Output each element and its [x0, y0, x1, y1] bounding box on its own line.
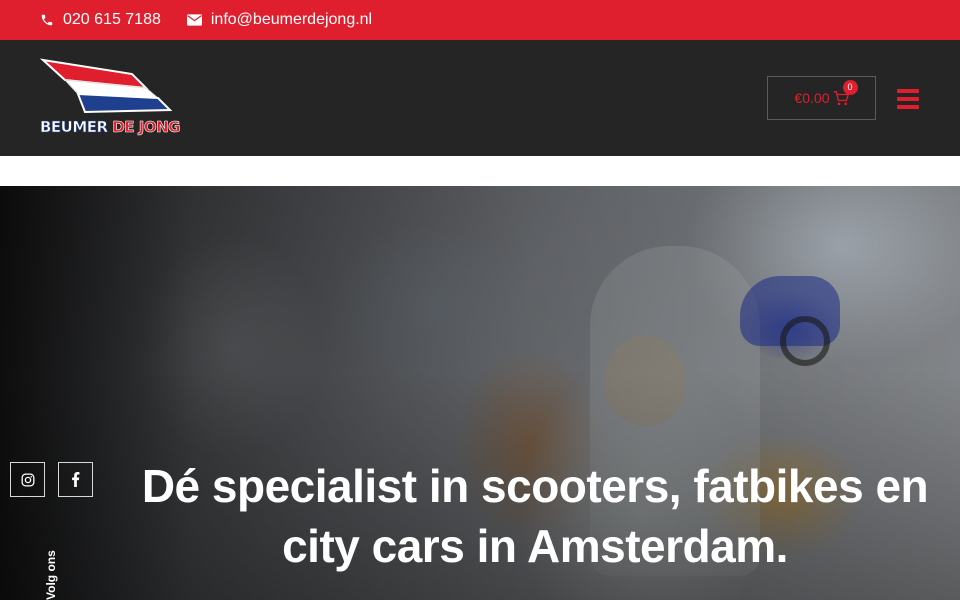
facebook-icon — [72, 472, 80, 487]
menu-bar — [897, 105, 919, 109]
hero-headline: Dé specialist in scooters, fatbikes en c… — [110, 456, 960, 576]
follow-us-label: Volg ons — [44, 550, 58, 600]
phone-icon — [41, 14, 53, 26]
envelope-icon — [186, 14, 202, 26]
contact-bar: 020 615 7188 info@beumerdejong.nl — [0, 0, 960, 40]
email-link[interactable]: info@beumerdejong.nl — [186, 11, 373, 29]
cart-button[interactable]: €0.00 0 — [767, 76, 876, 120]
site-header: BEUMER DE JONG €0.00 0 — [0, 40, 960, 156]
logo-word-dejong: DE JONG — [112, 118, 181, 137]
menu-bar — [897, 89, 919, 93]
dutch-flag-logo-icon — [39, 58, 173, 114]
email-address: info@beumerdejong.nl — [210, 11, 373, 28]
hamburger-menu-icon[interactable] — [897, 89, 919, 109]
instagram-button[interactable] — [10, 462, 45, 497]
logo-wordmark: BEUMER DE JONG — [40, 118, 190, 138]
instagram-icon — [21, 473, 34, 486]
facebook-button[interactable] — [58, 462, 93, 497]
logo-word-beumer: BEUMER — [40, 118, 109, 137]
phone-link[interactable]: 020 615 7188 — [40, 11, 161, 29]
menu-bar — [897, 97, 919, 101]
brand-logo[interactable]: BEUMER DE JONG — [40, 58, 190, 138]
cart-count-badge: 0 — [842, 79, 858, 95]
phone-number: 020 615 7188 — [63, 11, 161, 28]
cart-icon-wrapper: 0 — [833, 79, 858, 106]
hero-headline-line2: city cars in Amsterdam. — [282, 520, 788, 572]
cart-amount: €0.00 — [794, 90, 830, 106]
hero-headline-line1: Dé specialist in scooters, fatbikes en — [141, 460, 929, 512]
